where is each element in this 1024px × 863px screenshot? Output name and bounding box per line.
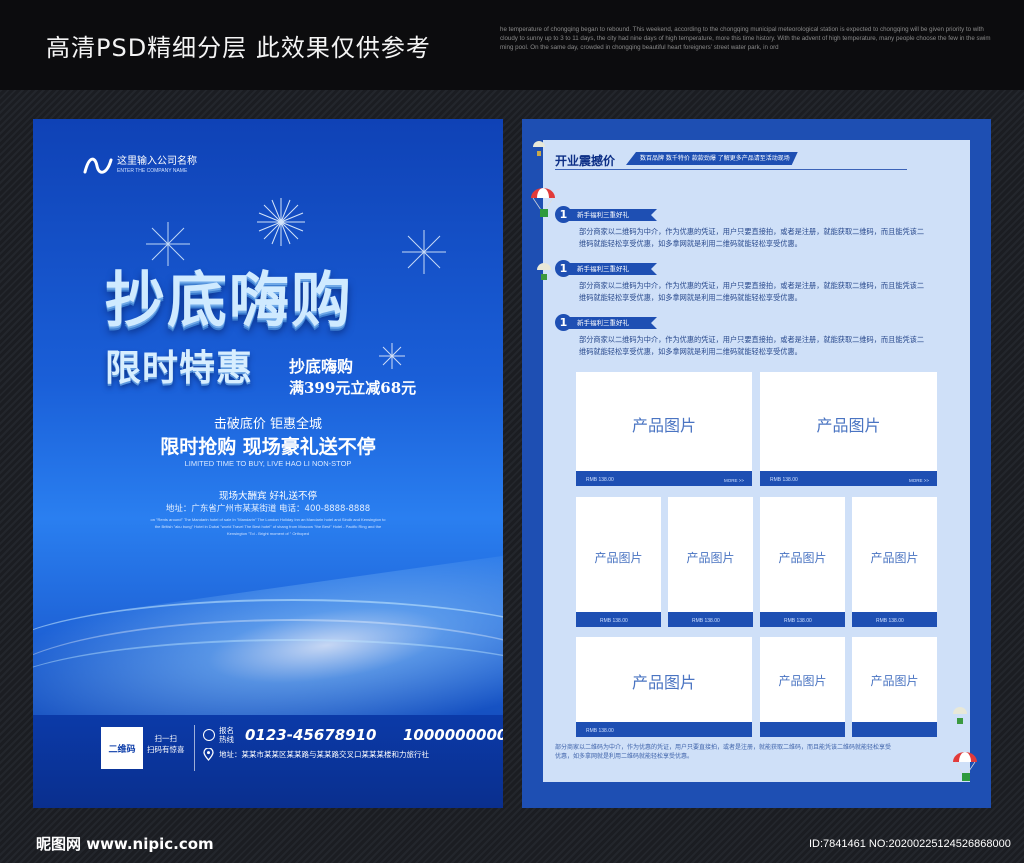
more-link: MORE >> (908, 478, 929, 483)
company-name: 这里输入公司名称 (117, 155, 197, 167)
hotline-label: 报名热线 (219, 726, 234, 744)
divider (194, 725, 195, 771)
firework-icon (257, 198, 305, 246)
benefit-number: 1 (555, 314, 572, 331)
product-price: RMB 138.00 (784, 618, 812, 624)
product-card: 产品图片 RMB 138.00 (576, 637, 752, 737)
product-card: 产品图片 (760, 637, 845, 737)
product-price: RMB 138.00 (586, 477, 614, 483)
company-logo: 这里输入公司名称 ENTER THE COMPANY NAME (83, 154, 197, 176)
hero-title: 抄底嗨购 (105, 266, 353, 336)
event-fine-text: on "Rents around" The Mandarin hotel of … (150, 517, 386, 536)
watermark-id: ID:7841461 NO:20200225124526868000 (809, 838, 1011, 850)
tagline-main: 限时抢购 现场豪礼送不停 (160, 436, 376, 458)
product-image-label: 产品图片 (816, 416, 881, 435)
benefit-ribbon: 新手福利三重好礼 (567, 317, 657, 329)
scan-line-1: 扫一扫 (154, 734, 178, 743)
qr-code: 二维码 (101, 727, 143, 769)
benefit-text: 部分商家以二维码为中介，作为优惠的凭证，用户只要直接拍，或者是注册，就能获取二维… (579, 335, 925, 356)
section-title: 开业震撼价 (555, 154, 616, 168)
price-bar (760, 722, 845, 737)
event-address: 地址：广东省广州市某某街道 电话：400-8888-8888 (165, 504, 371, 514)
product-card: 产品图片 RMB 138.00 (576, 497, 661, 627)
product-price: RMB 138.00 (770, 477, 798, 483)
product-price: RMB 138.00 (586, 728, 614, 734)
product-card: 产品图片 RMB 138.00 MORE >> (576, 372, 752, 486)
front-flyer: 这里输入公司名称 ENTER THE COMPANY NAME 抄底嗨购 限时特… (33, 119, 503, 808)
phone-icon (203, 729, 215, 741)
top-banner: 高清PSD精细分层 此效果仅供参考 he temperature of chon… (0, 0, 1024, 90)
product-price: RMB 138.00 (600, 618, 628, 624)
product-image-label: 产品图片 (870, 551, 919, 565)
product-image-label: 产品图片 (686, 551, 735, 565)
footer-text: 部分商家以二维码为中介，作为优惠的凭证，用户只要直接拍，或者是注册，就能获取二维… (555, 744, 892, 760)
phone-1: 0123-45678910 (245, 726, 377, 744)
product-card: 产品图片 RMB 138.00 MORE >> (760, 372, 937, 486)
firework-icon (402, 230, 446, 274)
product-image-label: 产品图片 (631, 416, 696, 435)
parachute-gift-icon (531, 188, 555, 217)
phone-numbers: 0123-45678910 1000000000 (245, 726, 503, 744)
offer-detail: 满399元立减68元 (289, 379, 417, 397)
product-price: RMB 138.00 (692, 618, 720, 624)
benefit-number: 1 (555, 260, 572, 277)
product-card: 产品图片 RMB 138.00 (852, 497, 937, 627)
company-name-en: ENTER THE COMPANY NAME (117, 167, 188, 174)
logo-icon (83, 157, 113, 174)
watermark-site: 昵图网 www.nipic.com (36, 835, 214, 853)
section-subtitle: 数百品牌 数千特价 款款劲爆 了解更多产品请至活动现场 (626, 152, 798, 165)
benefit-text: 部分商家以二维码为中介，作为优惠的凭证，用户只要直接拍，或者是注册，就能获取二维… (579, 227, 925, 248)
offer-title: 抄底嗨购 (289, 357, 354, 376)
product-card: 产品图片 RMB 138.00 (760, 497, 845, 627)
tagline-small: 击破底价 钜惠全城 (213, 417, 323, 432)
hero-subtitle: 限时特惠 (105, 347, 254, 389)
benefit-text: 部分商家以二维码为中介，作为优惠的凭证，用户只要直接拍，或者是注册，就能获取二维… (579, 281, 925, 302)
scan-text: 扫一扫 扫码有惊喜 (147, 733, 185, 755)
phone-2: 1000000000 (402, 726, 503, 744)
product-image-label: 产品图片 (594, 551, 643, 565)
product-card: 产品图片 RMB 138.00 (668, 497, 753, 627)
offer-block: 抄底嗨购 满399元立减68元 (289, 353, 416, 398)
product-image-label: 产品图片 (778, 674, 827, 688)
parachute-icon (953, 707, 967, 724)
address-line: 地址：某某市某某区某某路与某某路交叉口某某某楼和力旅行社 (219, 750, 429, 759)
product-card: 产品图片 (852, 637, 937, 737)
product-image-label: 产品图片 (870, 674, 919, 688)
section-divider (555, 169, 907, 170)
product-image-label: 产品图片 (778, 551, 827, 565)
benefit-ribbon: 新手福利三重好礼 (567, 209, 657, 221)
price-bar (852, 722, 937, 737)
benefit-ribbon: 新手福利三重好礼 (567, 263, 657, 275)
location-icon (203, 748, 214, 761)
parachute-gift-icon (953, 752, 977, 781)
scan-line-2: 扫码有惊喜 (147, 745, 185, 754)
back-flyer: 开业震撼价 数百品牌 数千特价 款款劲爆 了解更多产品请至活动现场 新手福利三重… (522, 119, 991, 808)
banner-fine-text: he temperature of chongqing began to reb… (500, 26, 991, 51)
parachute-icon (533, 141, 545, 156)
event-line: 现场大酬宾 好礼送不停 (218, 491, 318, 502)
parachute-icon (537, 263, 551, 280)
more-link: MORE >> (723, 478, 744, 483)
product-price: RMB 138.00 (876, 618, 904, 624)
banner-title: 高清PSD精细分层 此效果仅供参考 (46, 34, 431, 62)
tagline-english: LIMITED TIME TO BUY, LIVE HAO LI NON-STO… (184, 459, 352, 468)
product-image-label: 产品图片 (631, 673, 696, 692)
